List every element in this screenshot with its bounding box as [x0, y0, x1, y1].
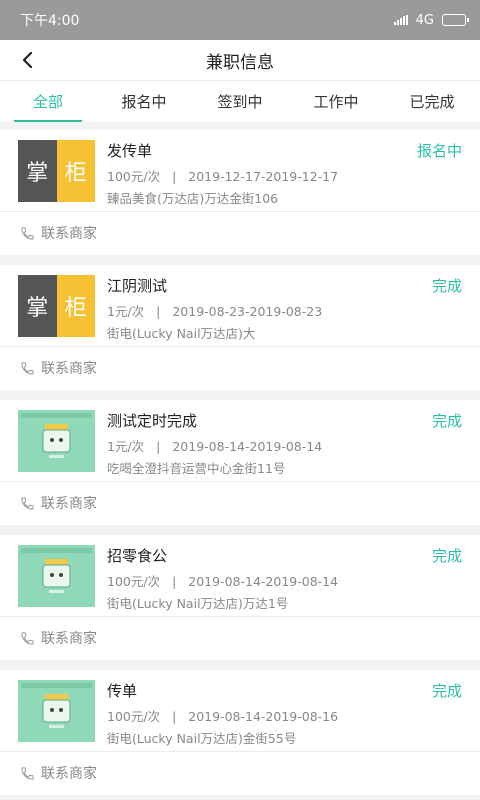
job-card[interactable]: 掌 柜 江阴测试 完成 1元/次 | 2019-08-23-2019-08-23…: [0, 265, 480, 390]
contact-label: 联系商家: [41, 631, 97, 647]
job-card[interactable]: 招零食公 完成 100元/次 | 2019-08-14-2019-08-14 街…: [0, 535, 480, 660]
phone-icon: [21, 361, 34, 375]
job-thumbnail: [18, 680, 95, 742]
phone-icon: [21, 766, 34, 780]
job-card[interactable]: 测试定时完成 完成 1元/次 | 2019-08-14-2019-08-14 吃…: [0, 400, 480, 525]
network-type: 4G: [415, 12, 434, 28]
job-address: 臻品美食(万达店)万达金街106: [107, 191, 279, 206]
contact-label: 联系商家: [41, 361, 97, 377]
battery-icon: [442, 14, 469, 26]
job-title: 发传单: [107, 142, 153, 160]
contact-merchant-button[interactable]: 联系商家: [0, 482, 480, 524]
job-thumbnail: [18, 410, 95, 472]
job-address: 街电(Lucky Nail万达店)金街55号: [107, 731, 297, 746]
tab-working[interactable]: 工作中: [288, 81, 384, 122]
phone-icon: [21, 496, 34, 510]
job-price: 1元/次: [107, 439, 145, 454]
tab-signing-up[interactable]: 报名中: [96, 81, 192, 122]
job-status: 完成: [431, 547, 462, 565]
tab-checking-in[interactable]: 签到中: [192, 81, 288, 122]
job-title: 江阴测试: [107, 277, 168, 295]
job-dates: 2019-08-23-2019-08-23: [172, 304, 323, 319]
contact-label: 联系商家: [41, 226, 97, 242]
merchant-logo: 掌 柜: [18, 140, 95, 202]
job-title: 测试定时完成: [107, 412, 198, 430]
job-price-dates: 1元/次 | 2019-08-23-2019-08-23: [107, 304, 323, 319]
job-address: 街电(Lucky Nail万达店)大: [107, 326, 256, 341]
job-dates: 2019-08-14-2019-08-16: [188, 709, 339, 724]
phone-icon: [21, 631, 34, 645]
job-dates: 2019-08-14-2019-08-14: [188, 574, 339, 589]
contact-label: 联系商家: [41, 496, 97, 512]
app-header: 兼职信息: [0, 40, 480, 80]
job-address: 街电(Lucky Nail万达店)万达1号: [107, 596, 289, 611]
job-status: 报名中: [416, 142, 462, 160]
job-status: 完成: [431, 277, 462, 295]
job-price-dates: 100元/次 | 2019-08-14-2019-08-16: [107, 709, 339, 724]
job-status: 完成: [431, 412, 462, 430]
job-price-dates: 1元/次 | 2019-08-14-2019-08-14: [107, 439, 323, 454]
job-price: 100元/次: [107, 709, 161, 724]
contact-merchant-button[interactable]: 联系商家: [0, 752, 480, 794]
job-price: 100元/次: [107, 574, 161, 589]
job-summary: 掌 柜 江阴测试 完成 1元/次 | 2019-08-23-2019-08-23…: [0, 265, 480, 347]
contact-label: 联系商家: [41, 766, 97, 782]
job-address: 吃喝全澄抖音运营中心金街11号: [107, 461, 286, 476]
job-summary: 掌 柜 发传单 报名中 100元/次 | 2019-12-17-2019-12-…: [0, 130, 480, 212]
job-status: 完成: [431, 682, 462, 700]
page-title: 兼职信息: [206, 52, 274, 73]
job-price: 1元/次: [107, 304, 145, 319]
job-summary: 测试定时完成 完成 1元/次 | 2019-08-14-2019-08-14 吃…: [0, 400, 480, 482]
signal-icon: [393, 15, 408, 25]
contact-merchant-button[interactable]: 联系商家: [0, 617, 480, 659]
job-price-dates: 100元/次 | 2019-12-17-2019-12-17: [107, 169, 339, 184]
job-price: 100元/次: [107, 169, 161, 184]
contact-merchant-button[interactable]: 联系商家: [0, 347, 480, 389]
status-bar: 下午4:00 4G: [0, 0, 480, 40]
phone-icon: [21, 226, 34, 240]
job-thumbnail: [18, 545, 95, 607]
status-tabs: 全部 报名中 签到中 工作中 已完成: [0, 80, 480, 122]
job-card[interactable]: 传单 完成 100元/次 | 2019-08-14-2019-08-16 街电(…: [0, 670, 480, 795]
job-summary: 招零食公 完成 100元/次 | 2019-08-14-2019-08-14 街…: [0, 535, 480, 617]
tab-completed[interactable]: 已完成: [384, 81, 480, 122]
job-dates: 2019-12-17-2019-12-17: [188, 169, 339, 184]
status-icons: 4G: [393, 12, 469, 28]
job-price-dates: 100元/次 | 2019-08-14-2019-08-14: [107, 574, 339, 589]
contact-merchant-button[interactable]: 联系商家: [0, 212, 480, 254]
status-time: 下午4:00: [20, 13, 80, 29]
job-summary: 传单 完成 100元/次 | 2019-08-14-2019-08-16 街电(…: [0, 670, 480, 752]
merchant-logo: 掌 柜: [18, 275, 95, 337]
job-title: 传单: [107, 682, 138, 700]
tab-all[interactable]: 全部: [0, 81, 96, 122]
back-arrow-icon[interactable]: [18, 50, 38, 70]
job-list: 掌 柜 发传单 报名中 100元/次 | 2019-12-17-2019-12-…: [0, 130, 480, 800]
job-card[interactable]: 掌 柜 发传单 报名中 100元/次 | 2019-12-17-2019-12-…: [0, 130, 480, 255]
job-title: 招零食公: [107, 547, 168, 565]
job-dates: 2019-08-14-2019-08-14: [172, 439, 323, 454]
